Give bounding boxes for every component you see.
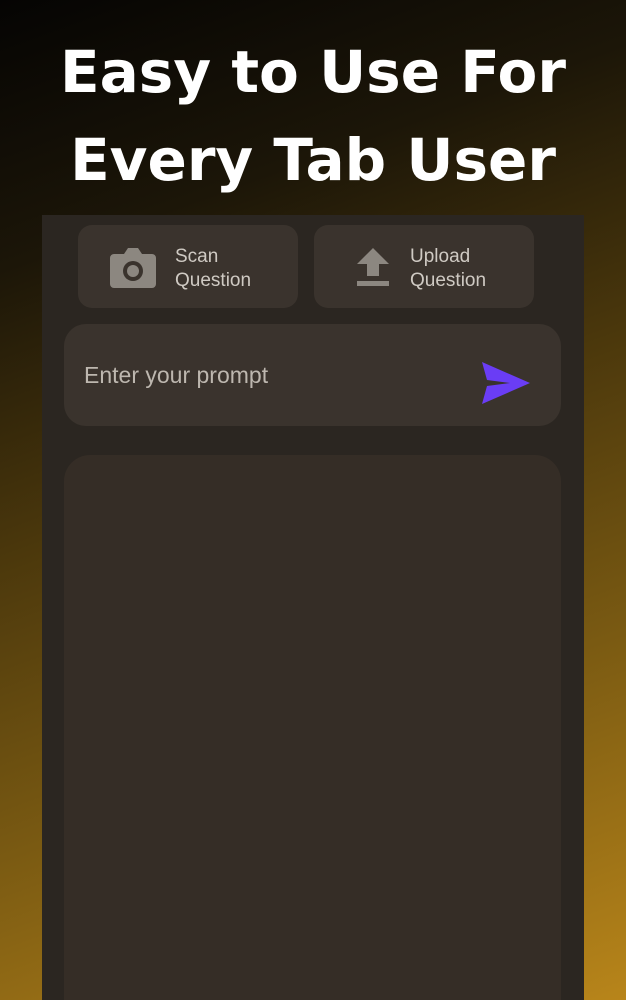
send-icon[interactable] (480, 360, 532, 406)
headline-line-2: Every Tab User (70, 126, 556, 194)
response-panel (64, 455, 561, 1000)
upload-question-label: Upload Question (410, 246, 487, 291)
status-bar (42, 215, 584, 221)
headline-line-1: Easy to Use For (60, 38, 566, 106)
camera-icon (110, 248, 156, 288)
scan-question-label: Scan Question (175, 246, 252, 291)
scan-question-button[interactable]: Scan Question (78, 225, 298, 308)
prompt-input[interactable] (84, 360, 444, 390)
promo-headline: Easy to Use For Every Tab User (0, 28, 626, 204)
upload-icon (357, 248, 389, 286)
prompt-bar (64, 324, 561, 426)
upload-question-button[interactable]: Upload Question (314, 225, 534, 308)
app-screen: Scan Question Upload Question (42, 215, 584, 1000)
